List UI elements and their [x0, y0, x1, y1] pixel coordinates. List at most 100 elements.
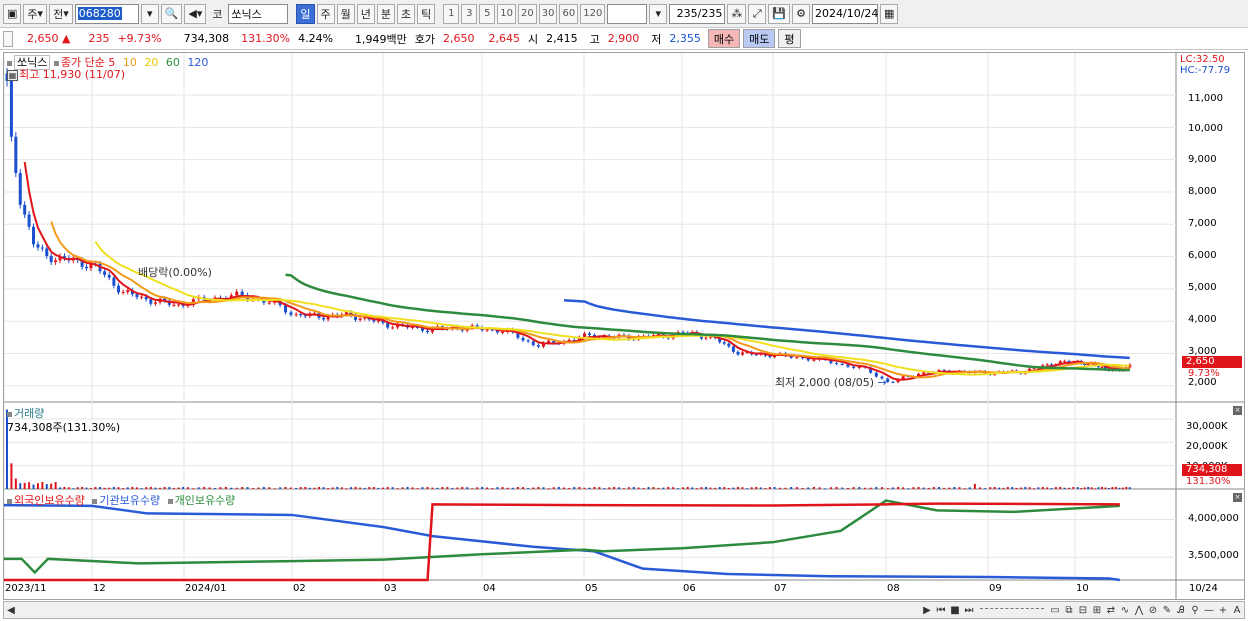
- interval-custom-input[interactable]: [607, 3, 648, 24]
- play-icon[interactable]: ▶: [920, 603, 934, 617]
- settings-gear-icon[interactable]: ⚙: [792, 3, 811, 24]
- indicator-icon[interactable]: ⊘: [1146, 603, 1160, 617]
- candle-body: [126, 290, 130, 293]
- grid-icon[interactable]: ⊞: [1090, 603, 1104, 617]
- interval-30[interactable]: 30: [538, 3, 558, 24]
- fast-forward-icon[interactable]: ⏭: [962, 603, 976, 617]
- speaker-icon[interactable]: ◀▾: [184, 3, 207, 24]
- eval-button[interactable]: 평: [778, 29, 801, 48]
- interval-20[interactable]: 20: [518, 3, 537, 24]
- period-minute[interactable]: 분: [376, 3, 396, 24]
- legend-individual: 개인보유수량: [174, 494, 236, 507]
- candle-body: [722, 342, 726, 344]
- code-input[interactable]: 068280: [74, 3, 139, 24]
- volume-bar: [496, 487, 499, 489]
- interval-dropdown-icon[interactable]: ▾: [649, 3, 668, 24]
- count-input[interactable]: 235/235: [669, 3, 726, 24]
- candle-body: [289, 312, 293, 315]
- period-week[interactable]: 주: [316, 3, 335, 24]
- interval-3[interactable]: 3: [461, 3, 478, 24]
- period-day[interactable]: 일: [296, 3, 315, 24]
- chart-area[interactable]: 쏘닉스 종가 단순 5 10 20 60 120 ▦ 최고 11,930 (11/…: [3, 52, 1245, 600]
- y-tick: 7,000: [1188, 218, 1217, 229]
- prev-button[interactable]: 전 ▾: [49, 3, 73, 24]
- scroll-left-icon[interactable]: ◀: [4, 603, 18, 617]
- calendar-icon[interactable]: ▦: [880, 3, 899, 24]
- volume-bar: [99, 487, 102, 489]
- stop-icon[interactable]: ■: [948, 603, 962, 617]
- volume-bar: [705, 486, 707, 489]
- tools-icon[interactable]: ✎: [1160, 603, 1174, 617]
- period-second[interactable]: 초: [397, 3, 416, 24]
- market-select[interactable]: 주 ▾: [23, 3, 48, 24]
- zoom-in-icon[interactable]: +: [1216, 603, 1230, 617]
- volume-bar: [386, 486, 389, 489]
- layout-icon[interactable]: ▭: [1048, 603, 1062, 617]
- draw-tool-icon[interactable]: ⤢: [748, 3, 767, 24]
- period-tick[interactable]: 틱: [417, 3, 436, 24]
- calendar-small-icon[interactable]: ▦: [7, 69, 18, 81]
- name-prefix-label: 코: [212, 7, 223, 21]
- volume-bar: [727, 487, 730, 489]
- window-menu-icon[interactable]: ▣: [3, 3, 22, 24]
- volume-bar: [149, 486, 152, 489]
- volume-bar: [1097, 487, 1100, 489]
- chart-canvas[interactable]: [4, 53, 1244, 599]
- zoom-icon[interactable]: ⁂: [727, 3, 747, 24]
- buy-button[interactable]: 매수: [707, 29, 741, 48]
- interval-1[interactable]: 1: [443, 3, 460, 24]
- close-panel-icon[interactable]: ×: [1233, 406, 1242, 415]
- volume-bar: [632, 486, 635, 489]
- volume-bar: [112, 486, 115, 489]
- period-year[interactable]: 년: [356, 3, 375, 24]
- search-icon[interactable]: 🔍: [160, 3, 183, 24]
- volume-bar: [1024, 486, 1027, 489]
- copy-icon[interactable]: ⧉: [1062, 603, 1076, 617]
- quote-menu-icon[interactable]: [3, 30, 13, 47]
- interval-60[interactable]: 60: [559, 3, 579, 24]
- wave-icon[interactable]: ∿: [1118, 603, 1132, 617]
- ma-60: 60: [165, 56, 180, 69]
- trend-icon[interactable]: ⋀: [1132, 603, 1146, 617]
- legend-marker-icon: [7, 498, 12, 504]
- volume-bar: [778, 487, 781, 489]
- candle-body: [299, 314, 303, 316]
- text-tool-icon[interactable]: Ꭿ: [1174, 603, 1188, 617]
- high-label: 고: [589, 32, 600, 46]
- volume-bar: [547, 488, 550, 490]
- volume-bar: [846, 487, 849, 489]
- zoom-out-icon[interactable]: —: [1202, 603, 1216, 617]
- volume-bar: [764, 488, 767, 490]
- candle-body: [235, 291, 239, 296]
- sell-button[interactable]: 매도: [743, 29, 776, 48]
- interval-120[interactable]: 120: [580, 3, 606, 24]
- candle-body: [240, 291, 244, 296]
- rewind-icon[interactable]: ⏮: [934, 603, 948, 617]
- price-change-pct: +9.73%: [117, 32, 162, 45]
- stock-name-field[interactable]: 쏘닉스: [228, 3, 289, 24]
- compare-icon[interactable]: ⇄: [1104, 603, 1118, 617]
- magnifier-icon[interactable]: ⚲: [1188, 603, 1202, 617]
- interval-5[interactable]: 5: [479, 3, 496, 24]
- volume-bar: [532, 487, 535, 489]
- volume-bar: [1128, 487, 1131, 489]
- volume-bar: [63, 486, 66, 489]
- volume-bar: [537, 486, 540, 489]
- volume-bar: [829, 487, 832, 489]
- code-dropdown-icon[interactable]: ▾: [140, 3, 159, 24]
- font-icon[interactable]: A: [1230, 603, 1244, 617]
- y-tick: 11,000: [1188, 93, 1223, 104]
- volume-bar: [563, 487, 566, 489]
- volume-bar: [714, 487, 717, 489]
- horizontal-scrollbar[interactable]: [18, 603, 920, 617]
- split-icon[interactable]: ⊟: [1076, 603, 1090, 617]
- interval-10[interactable]: 10: [497, 3, 517, 24]
- candle-body: [103, 271, 107, 275]
- date-input[interactable]: 2024/10/24: [812, 3, 878, 24]
- volume-bar: [998, 487, 1001, 489]
- candle-body: [731, 346, 735, 352]
- period-month[interactable]: 월: [336, 3, 355, 24]
- save-icon[interactable]: 💾: [768, 3, 791, 24]
- speed-slider[interactable]: [980, 608, 1044, 612]
- close-panel-icon[interactable]: ×: [1233, 493, 1242, 502]
